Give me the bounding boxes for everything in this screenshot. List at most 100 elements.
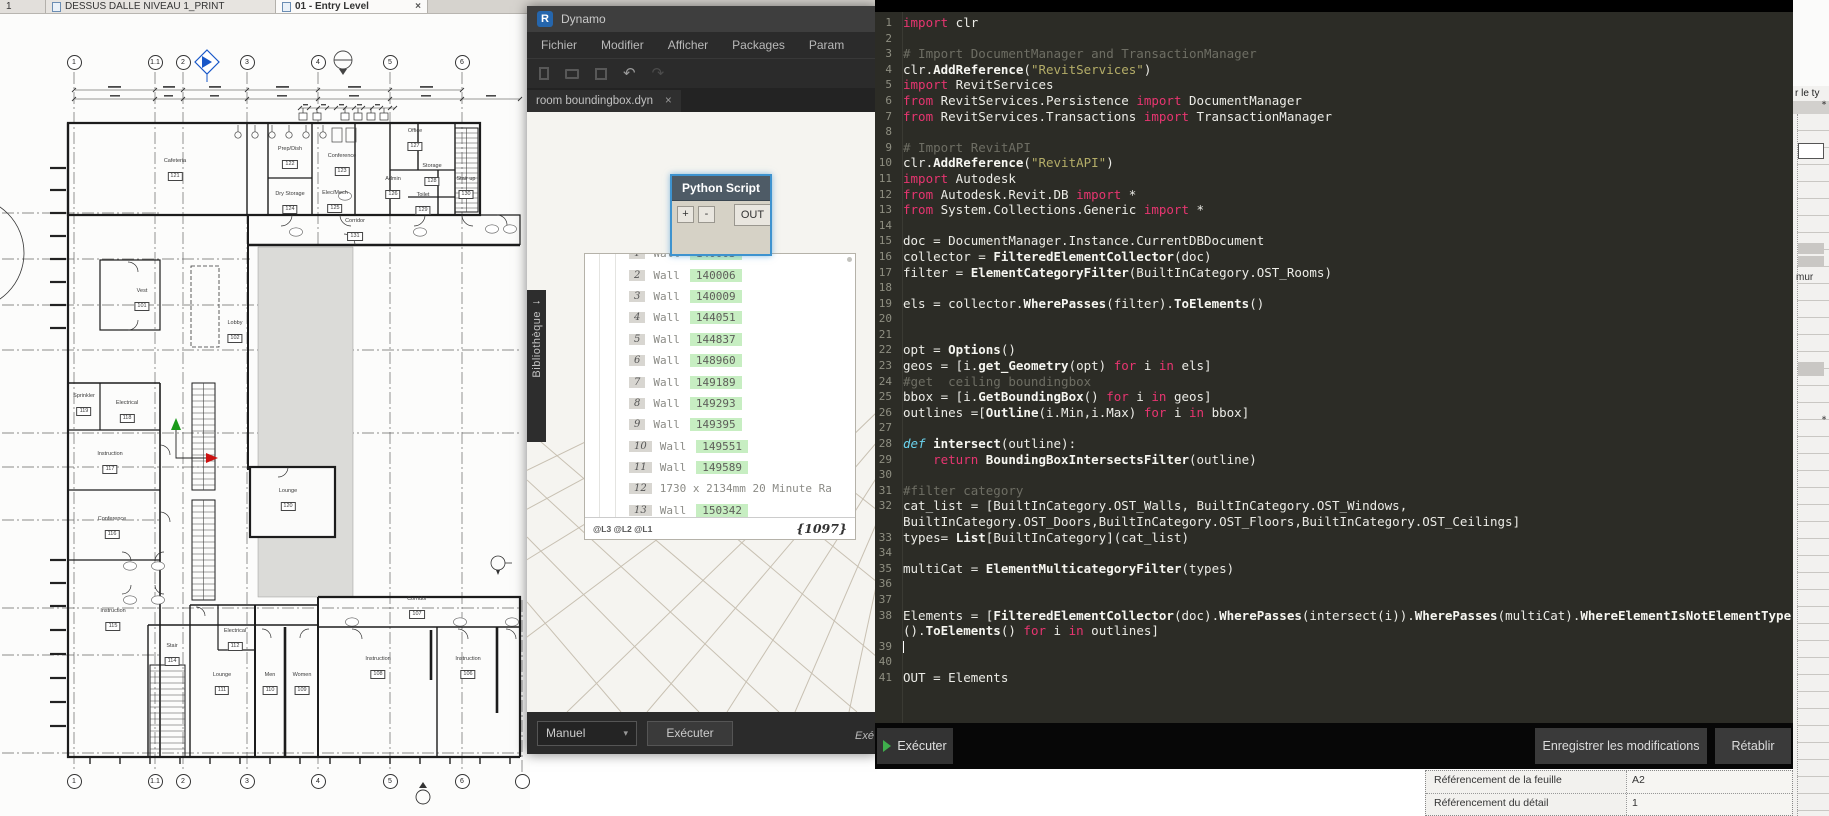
play-icon [883, 740, 891, 752]
element-id: 144051 [690, 311, 742, 324]
view-tab-entry-level[interactable]: 01 - Entry Level × [276, 0, 428, 13]
dynamo-title-bar[interactable]: R Dynamo [527, 6, 877, 32]
line-number: 26 [875, 405, 897, 421]
open-file-icon[interactable] [565, 69, 579, 79]
window-title: Dynamo [561, 12, 606, 26]
line-number: 40 [875, 654, 897, 670]
python-script-editor: 1import clr23# Import DocumentManager an… [875, 0, 1793, 769]
line-number: 39 [875, 639, 897, 655]
code-area[interactable]: 1import clr23# Import DocumentManager an… [875, 12, 1793, 723]
code-text: Elements = [FilteredElementCollector(doc… [897, 608, 1791, 624]
add-input-button[interactable]: + [677, 206, 694, 223]
python-node-title[interactable]: Python Script [672, 176, 770, 201]
save-icon[interactable] [595, 68, 607, 80]
code-text: outlines =[Outline(i.Min,i.Max) for i in… [897, 405, 1249, 421]
run-button[interactable]: Exécuter [647, 721, 733, 746]
new-file-icon[interactable] [539, 67, 549, 80]
gutter-divider [902, 12, 903, 723]
line-number: 18 [875, 280, 897, 296]
library-tab[interactable]: → Bibliothèque [527, 290, 546, 442]
revert-button[interactable]: Rétablir [1715, 728, 1791, 764]
element-type: Wall [653, 311, 680, 324]
view-tab-partial[interactable]: 1 [0, 0, 46, 13]
level-badges[interactable]: @L3 @L2 @L1 [593, 524, 652, 534]
list-index: 11 [629, 462, 652, 473]
code-text: ().ToElements() for i in outlines] [897, 623, 1159, 639]
line-number: 41 [875, 670, 897, 686]
code-line: 41OUT = Elements [875, 670, 1793, 686]
line-number: 5 [875, 77, 897, 93]
code-text: return BoundingBoxIntersectsFilter(outli… [897, 452, 1257, 468]
code-text: opt = Options() [897, 342, 1016, 358]
line-number: 9 [875, 140, 897, 156]
element-type: Wall [653, 397, 680, 410]
line-number: 25 [875, 389, 897, 405]
watch-list-node[interactable]: 1Wall1400032Wall1400063Wall1400094Wall14… [584, 253, 856, 540]
code-line: 14 [875, 218, 1793, 234]
line-number: 15 [875, 233, 897, 249]
close-icon[interactable]: × [665, 95, 672, 107]
property-value[interactable]: 1 [1626, 794, 1792, 816]
code-text: bbox = [i.GetBoundingBox() for i in geos… [897, 389, 1212, 405]
code-text: #get ceiling boundingbox [897, 374, 1091, 390]
line-number [875, 623, 897, 639]
element-type: Wall [660, 504, 687, 517]
remove-input-button[interactable]: - [698, 206, 715, 223]
line-number: 29 [875, 452, 897, 468]
code-text: from RevitServices.Transactions import T… [897, 109, 1332, 125]
out-port[interactable]: OUT [734, 204, 770, 226]
close-icon[interactable]: × [415, 1, 421, 12]
menu-item-modifier[interactable]: Modifier [601, 38, 644, 52]
code-text: import Autodesk [897, 171, 1016, 187]
code-line: 18 [875, 280, 1793, 296]
line-number: 36 [875, 576, 897, 592]
item-count: {1097} [796, 521, 847, 536]
code-text: # Import RevitAPI [897, 140, 1031, 156]
menu-item-packages[interactable]: Packages [732, 38, 785, 52]
dynamo-canvas[interactable]: → Bibliothèque 1Wall1400032Wall1400063Wa… [527, 112, 877, 712]
scroll-indicator[interactable] [847, 257, 852, 262]
lounge-room [250, 467, 335, 537]
menu-item-param[interactable]: Param [809, 38, 844, 52]
undo-icon[interactable]: ↶ [623, 66, 636, 81]
list-item: 6Wall148960 [585, 350, 855, 371]
line-number: 3 [875, 46, 897, 62]
list-index: 3 [629, 291, 645, 302]
editor-run-button[interactable]: Exécuter [877, 728, 953, 764]
panel-cell [1798, 362, 1824, 376]
code-line: 5import RevitServices [875, 77, 1793, 93]
run-mode-select[interactable]: Manuel ▾ [537, 721, 637, 746]
list-index: 7 [629, 377, 645, 388]
doc-tab[interactable]: room boundingbox.dyn × [527, 90, 681, 112]
run-status-text: Exé [855, 730, 874, 742]
property-value[interactable]: A2 [1626, 771, 1792, 793]
code-line: 40 [875, 654, 1793, 670]
code-text: from RevitServices.Persistence import Do… [897, 93, 1302, 109]
redo-icon[interactable]: ↷ [652, 66, 665, 81]
floor-plan-drawing [0, 14, 530, 816]
code-text: clr.AddReference("RevitServices") [897, 62, 1151, 78]
code-line: 13from System.Collections.Generic import… [875, 202, 1793, 218]
element-type: Wall [653, 290, 680, 303]
code-text: BuiltInCategory.OST_Doors,BuiltInCategor… [897, 514, 1520, 530]
view-tab-dessus-dalle[interactable]: DESSUS DALLE NIVEAU 1_PRINT [46, 0, 276, 13]
clipped-text: mur [1796, 272, 1813, 283]
arrow-right-icon: → [531, 295, 542, 307]
save-changes-button[interactable]: Enregistrer les modifications [1535, 728, 1707, 764]
menu-item-fichier[interactable]: Fichier [541, 38, 577, 52]
screen: 1 DESSUS DALLE NIVEAU 1_PRINT 01 - Entry… [0, 0, 1829, 816]
menu-item-afficher[interactable]: Afficher [668, 38, 708, 52]
list-index: 13 [629, 505, 652, 516]
code-line: 23geos = [i.get_Geometry(opt) for i in e… [875, 358, 1793, 374]
code-line: 25bbox = [i.GetBoundingBox() for i in ge… [875, 389, 1793, 405]
clipped-text: r le ty [1795, 88, 1819, 99]
element-id: 140009 [690, 290, 742, 303]
code-text: from Autodesk.Revit.DB import * [897, 187, 1136, 203]
code-text: cat_list = [BuiltInCategory.OST_Walls, B… [897, 498, 1407, 514]
property-row[interactable]: Référencement du détail 1 [1426, 794, 1792, 816]
property-row[interactable]: Référencement de la feuille A2 [1426, 771, 1792, 794]
python-script-node[interactable]: Python Script + - OUT [670, 174, 772, 256]
text-cursor [903, 641, 904, 653]
code-text: OUT = Elements [897, 670, 1008, 686]
code-line: 29 return BoundingBoxIntersectsFilter(ou… [875, 452, 1793, 468]
